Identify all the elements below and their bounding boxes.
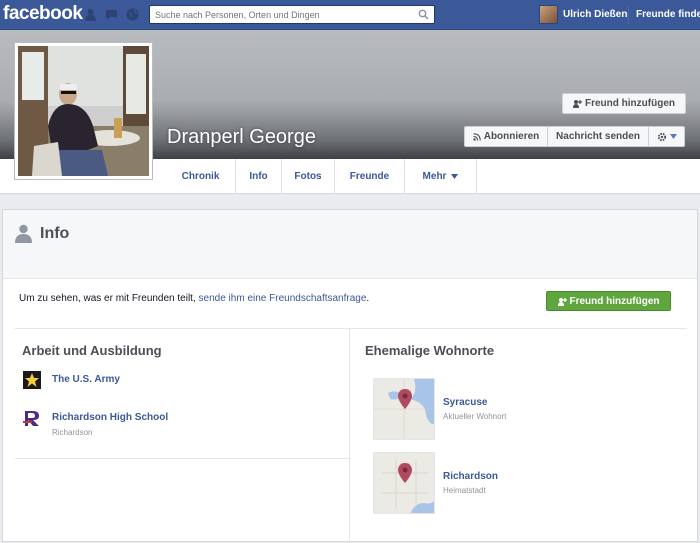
tab-label: Freunde	[349, 171, 390, 182]
map-thumbnail-syracuse[interactable]	[373, 378, 435, 440]
subscribe-label: Abonnieren	[483, 131, 540, 142]
rss-icon	[473, 132, 481, 141]
profile-header: Dranperl George Freund hinzufügen Abonni…	[0, 30, 700, 194]
places-lived-title: Ehemalige Wohnorte	[365, 343, 495, 358]
notice-suffix: .	[366, 293, 370, 304]
send-friend-request-link[interactable]: sende ihm eine Freundschaftsanfrage	[199, 293, 367, 304]
profile-tabs: Chronik Info Fotos Freunde Mehr	[166, 159, 700, 194]
add-friend-green-button[interactable]: Freund hinzufügen	[546, 291, 671, 311]
person-icon	[15, 224, 32, 246]
search-icon[interactable]	[418, 9, 429, 23]
place-syracuse-type: Aktueller Wohnort	[443, 412, 507, 421]
tab-info[interactable]: Info	[236, 159, 282, 194]
section-divider	[15, 328, 687, 329]
tab-label: Chronik	[181, 171, 220, 182]
tab-freunde[interactable]: Freunde	[335, 159, 405, 194]
chevron-down-icon	[669, 134, 677, 139]
user-name-link[interactable]: Ulrich Dießen	[563, 9, 627, 20]
messages-icon[interactable]	[105, 8, 118, 21]
chevron-down-icon	[451, 174, 459, 179]
search-input[interactable]	[150, 6, 410, 23]
send-message-button[interactable]: Nachricht senden	[548, 127, 649, 146]
profile-actions: Abonnieren Nachricht senden	[464, 126, 685, 147]
tab-label: Mehr	[422, 171, 447, 182]
info-title: Info	[40, 225, 70, 242]
send-message-label: Nachricht senden	[556, 131, 640, 142]
tab-fotos[interactable]: Fotos	[282, 159, 335, 194]
info-header: Info	[3, 210, 697, 279]
column-divider	[349, 329, 350, 543]
add-friend-icon	[573, 100, 582, 108]
school-logo-icon[interactable]	[23, 409, 41, 430]
add-friend-button[interactable]: Freund hinzufügen	[562, 93, 686, 114]
profile-picture[interactable]	[14, 42, 153, 180]
school-item-richardson[interactable]: Richardson High School	[52, 412, 168, 423]
friend-request-notice: Um zu sehen, was er mit Freunden teilt, …	[19, 293, 369, 304]
search-box[interactable]	[149, 5, 435, 24]
info-panel: Info Um zu sehen, was er mit Freunden te…	[2, 209, 698, 543]
tab-label: Info	[249, 171, 268, 182]
tab-mehr[interactable]: Mehr	[405, 159, 477, 194]
add-friend-label: Freund hinzufügen	[569, 295, 660, 307]
notifications-globe-icon[interactable]	[126, 8, 139, 21]
work-education-title: Arbeit und Ausbildung	[22, 343, 162, 358]
place-richardson-type: Heimatstadt	[443, 486, 486, 495]
friend-requests-icon[interactable]	[84, 8, 97, 21]
map-thumbnail-richardson[interactable]	[373, 452, 435, 514]
work-item-army[interactable]: The U.S. Army	[52, 374, 120, 385]
subscribe-button[interactable]: Abonnieren	[465, 127, 548, 146]
topbar-separator	[628, 6, 629, 24]
work-divider	[15, 458, 349, 459]
notice-text: Um zu sehen, was er mit Freunden teilt,	[19, 293, 199, 304]
place-syracuse[interactable]: Syracuse	[443, 397, 487, 408]
place-richardson[interactable]: Richardson	[443, 471, 498, 482]
profile-photo-image	[18, 46, 149, 176]
tab-chronik[interactable]: Chronik	[166, 159, 236, 194]
army-logo-icon[interactable]	[23, 371, 41, 392]
facebook-logo[interactable]: facebook	[3, 3, 83, 25]
add-friend-icon	[557, 297, 567, 306]
school-location: Richardson	[52, 428, 93, 437]
find-friends-link[interactable]: Freunde finden	[636, 9, 700, 20]
settings-dropdown-button[interactable]	[649, 127, 684, 146]
tab-label: Fotos	[294, 171, 322, 182]
profile-name[interactable]: Dranperl George	[167, 126, 316, 149]
gear-icon	[657, 132, 666, 141]
top-bar: facebook Ulrich Dießen Freunde finden	[0, 0, 700, 30]
add-friend-label: Freund hinzufügen	[585, 98, 675, 109]
user-avatar[interactable]	[539, 5, 558, 24]
